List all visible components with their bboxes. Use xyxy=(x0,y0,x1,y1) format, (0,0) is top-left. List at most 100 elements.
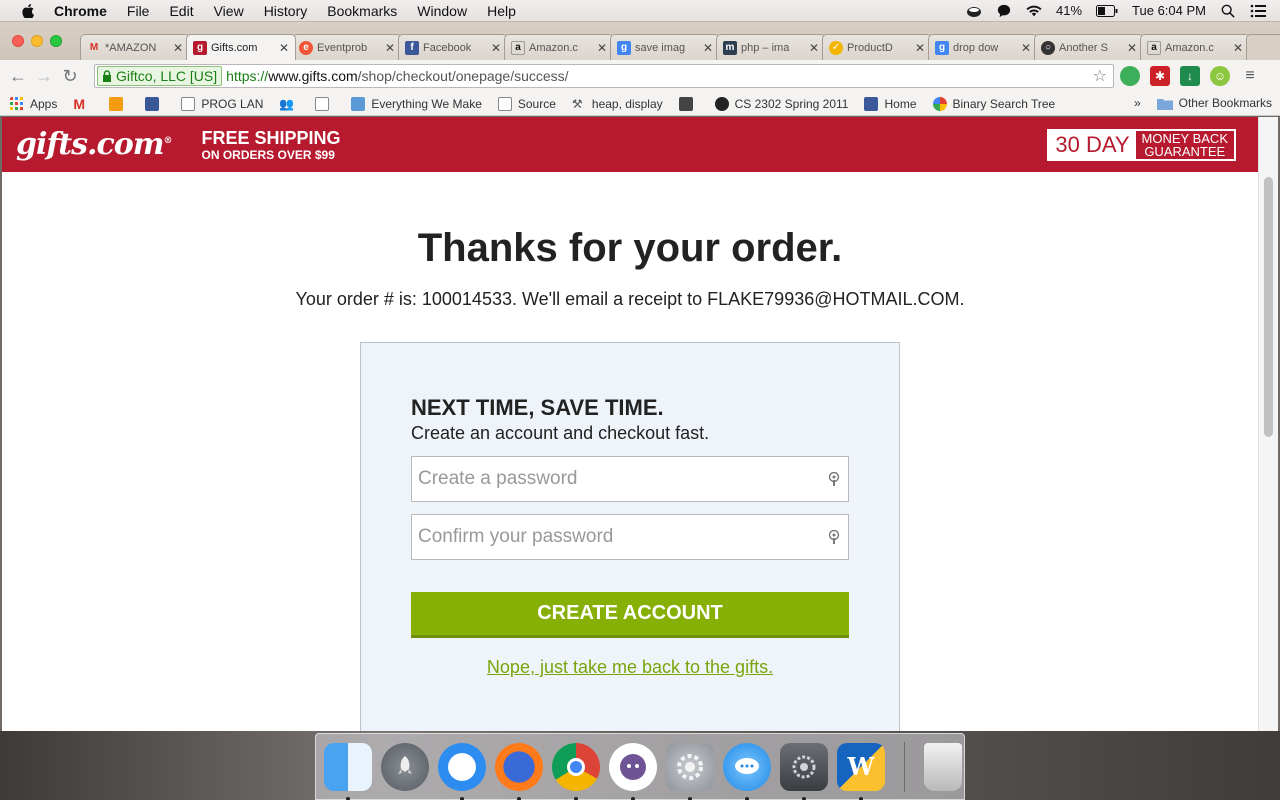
bookmark-home[interactable]: Home xyxy=(864,96,917,111)
tab-php[interactable]: m php – ima ✕ xyxy=(716,34,826,60)
coffee-icon[interactable] xyxy=(966,4,982,18)
close-tab-icon[interactable]: ✕ xyxy=(1233,41,1243,55)
password-key-icon[interactable] xyxy=(828,472,840,486)
bookmark-page[interactable] xyxy=(315,96,335,111)
running-indicator xyxy=(631,796,635,800)
bookmark-heap-display[interactable]: ⚒ heap, display xyxy=(572,97,663,111)
tab-gifts[interactable]: g Gifts.com ✕ xyxy=(186,34,296,60)
url-path: /shop/checkout/onepage/success/ xyxy=(357,68,569,84)
messages-icon[interactable] xyxy=(723,742,771,800)
close-tab-icon[interactable]: ✕ xyxy=(1021,41,1031,55)
tab-google-save-image[interactable]: g save imag ✕ xyxy=(610,34,720,60)
menu-window[interactable]: Window xyxy=(417,3,467,19)
php-icon: m xyxy=(723,40,737,55)
bookmark-mail[interactable] xyxy=(109,96,129,111)
page-icon xyxy=(181,96,196,111)
bookmark-apps[interactable]: Apps xyxy=(10,96,57,111)
system-preferences-icon[interactable] xyxy=(666,742,714,800)
apple-icon[interactable] xyxy=(18,3,38,18)
download-extension-icon[interactable]: ↓ xyxy=(1180,66,1200,86)
other-bookmarks[interactable]: Other Bookmarks xyxy=(1156,96,1272,110)
close-tab-icon[interactable]: ✕ xyxy=(703,41,713,55)
tab-facebook[interactable]: f Facebook ✕ xyxy=(398,34,508,60)
chat-bubble-icon[interactable] xyxy=(996,4,1012,18)
reload-icon[interactable]: ↻ xyxy=(58,64,82,88)
scrollbar-thumb[interactable] xyxy=(1264,177,1273,437)
launchpad-icon[interactable] xyxy=(381,742,429,791)
finder-icon[interactable] xyxy=(324,742,372,800)
tab-gmail[interactable]: M *AMAZON ✕ xyxy=(80,34,190,60)
page-scrollbar[interactable] xyxy=(1258,117,1278,731)
tab-amazon-2[interactable]: a Amazon.c ✕ xyxy=(1140,34,1250,60)
bookmark-facebook[interactable] xyxy=(145,96,165,111)
bookmark-source[interactable]: Source xyxy=(497,96,556,111)
notification-center-icon[interactable] xyxy=(1250,4,1266,18)
bookmark-people[interactable]: 👥 xyxy=(279,97,299,111)
menu-view[interactable]: View xyxy=(214,3,244,19)
close-tab-icon[interactable]: ✕ xyxy=(491,41,501,55)
create-account-button[interactable]: CREATE ACCOUNT xyxy=(411,592,849,638)
tab-eventbrite[interactable]: e Eventprob ✕ xyxy=(292,34,402,60)
zoom-window-button[interactable] xyxy=(50,35,62,47)
wifi-icon[interactable] xyxy=(1026,4,1042,18)
tab-title: Eventprob xyxy=(317,41,368,54)
bookmark-label: Binary Search Tree xyxy=(952,96,1056,111)
close-tab-icon[interactable]: ✕ xyxy=(279,41,289,55)
menu-clock[interactable]: Tue 6:04 PM xyxy=(1132,3,1206,18)
menu-app-name[interactable]: Chrome xyxy=(54,3,107,19)
utilities-icon[interactable] xyxy=(780,742,828,800)
menu-bookmarks[interactable]: Bookmarks xyxy=(327,3,397,19)
menu-file[interactable]: File xyxy=(127,3,150,19)
menu-history[interactable]: History xyxy=(264,3,308,19)
back-arrow-icon[interactable]: ← xyxy=(6,64,30,88)
bookmark-everything-we-make[interactable]: Everything We Make xyxy=(351,96,482,111)
bookmark-image[interactable] xyxy=(678,96,699,111)
speech-bubble-shape xyxy=(735,757,759,774)
firefox-icon[interactable] xyxy=(495,742,543,800)
tab-amazon[interactable]: a Amazon.c ✕ xyxy=(504,34,614,60)
lastpass-extension-icon[interactable]: ✱ xyxy=(1150,66,1170,86)
back-to-gifts-link[interactable]: Nope, just take me back to the gifts. xyxy=(361,657,899,678)
safari-icon[interactable] xyxy=(438,742,486,800)
tab-product[interactable]: ✓ ProductD ✕ xyxy=(822,34,932,60)
minimize-window-button[interactable] xyxy=(31,35,43,47)
spotlight-search-icon[interactable] xyxy=(1220,4,1236,18)
evernote-extension-icon[interactable] xyxy=(1120,66,1140,86)
tab-github[interactable]: ○ Another S ✕ xyxy=(1034,34,1144,60)
face-extension-icon[interactable]: ☺ xyxy=(1210,66,1230,86)
password-input[interactable]: Create a password xyxy=(411,456,849,502)
address-bar[interactable]: Giftco, LLC [US] https://www.gifts.com/s… xyxy=(94,64,1114,88)
tab-title: drop dow xyxy=(953,41,999,54)
eventbrite-icon: e xyxy=(299,40,313,55)
bookmark-prog-lan[interactable]: PROG LAN xyxy=(181,96,263,111)
battery-icon[interactable] xyxy=(1096,4,1118,18)
bookmark-star-icon[interactable]: ☆ xyxy=(1093,66,1107,86)
close-tab-icon[interactable]: ✕ xyxy=(1127,41,1137,55)
running-indicator xyxy=(460,796,464,800)
forward-arrow-icon[interactable]: → xyxy=(32,64,56,88)
gifts-logo[interactable]: gifts.com® xyxy=(16,127,173,162)
menu-help[interactable]: Help xyxy=(487,3,516,19)
close-tab-icon[interactable]: ✕ xyxy=(385,41,395,55)
bookmark-cs-2302[interactable]: CS 2302 Spring 2011 xyxy=(714,96,848,111)
close-tab-icon[interactable]: ✕ xyxy=(809,41,819,55)
new-tab-button[interactable] xyxy=(1246,34,1280,60)
tab-google-drop-down[interactable]: g drop dow ✕ xyxy=(928,34,1038,60)
tab-title: ProductD xyxy=(847,41,893,54)
github-icon[interactable] xyxy=(609,742,657,800)
close-tab-icon[interactable]: ✕ xyxy=(597,41,607,55)
chrome-icon[interactable] xyxy=(552,742,600,800)
bookmarks-more-chevron[interactable]: » xyxy=(1134,96,1141,110)
close-tab-icon[interactable]: ✕ xyxy=(173,41,183,55)
confirm-password-input[interactable]: Confirm your password xyxy=(411,514,849,560)
password-key-icon[interactable] xyxy=(828,530,840,544)
bookmark-binary-search-tree[interactable]: Binary Search Tree xyxy=(932,96,1056,111)
trash-icon[interactable] xyxy=(924,742,962,791)
ev-certificate-badge[interactable]: Giftco, LLC [US] xyxy=(97,66,223,86)
close-tab-icon[interactable]: ✕ xyxy=(915,41,925,55)
chrome-menu-icon[interactable]: ≡ xyxy=(1240,66,1260,86)
close-window-button[interactable] xyxy=(12,35,24,47)
bookmark-gmail[interactable]: M xyxy=(73,97,93,111)
menu-edit[interactable]: Edit xyxy=(169,3,193,19)
word-icon[interactable]: W xyxy=(837,742,885,800)
